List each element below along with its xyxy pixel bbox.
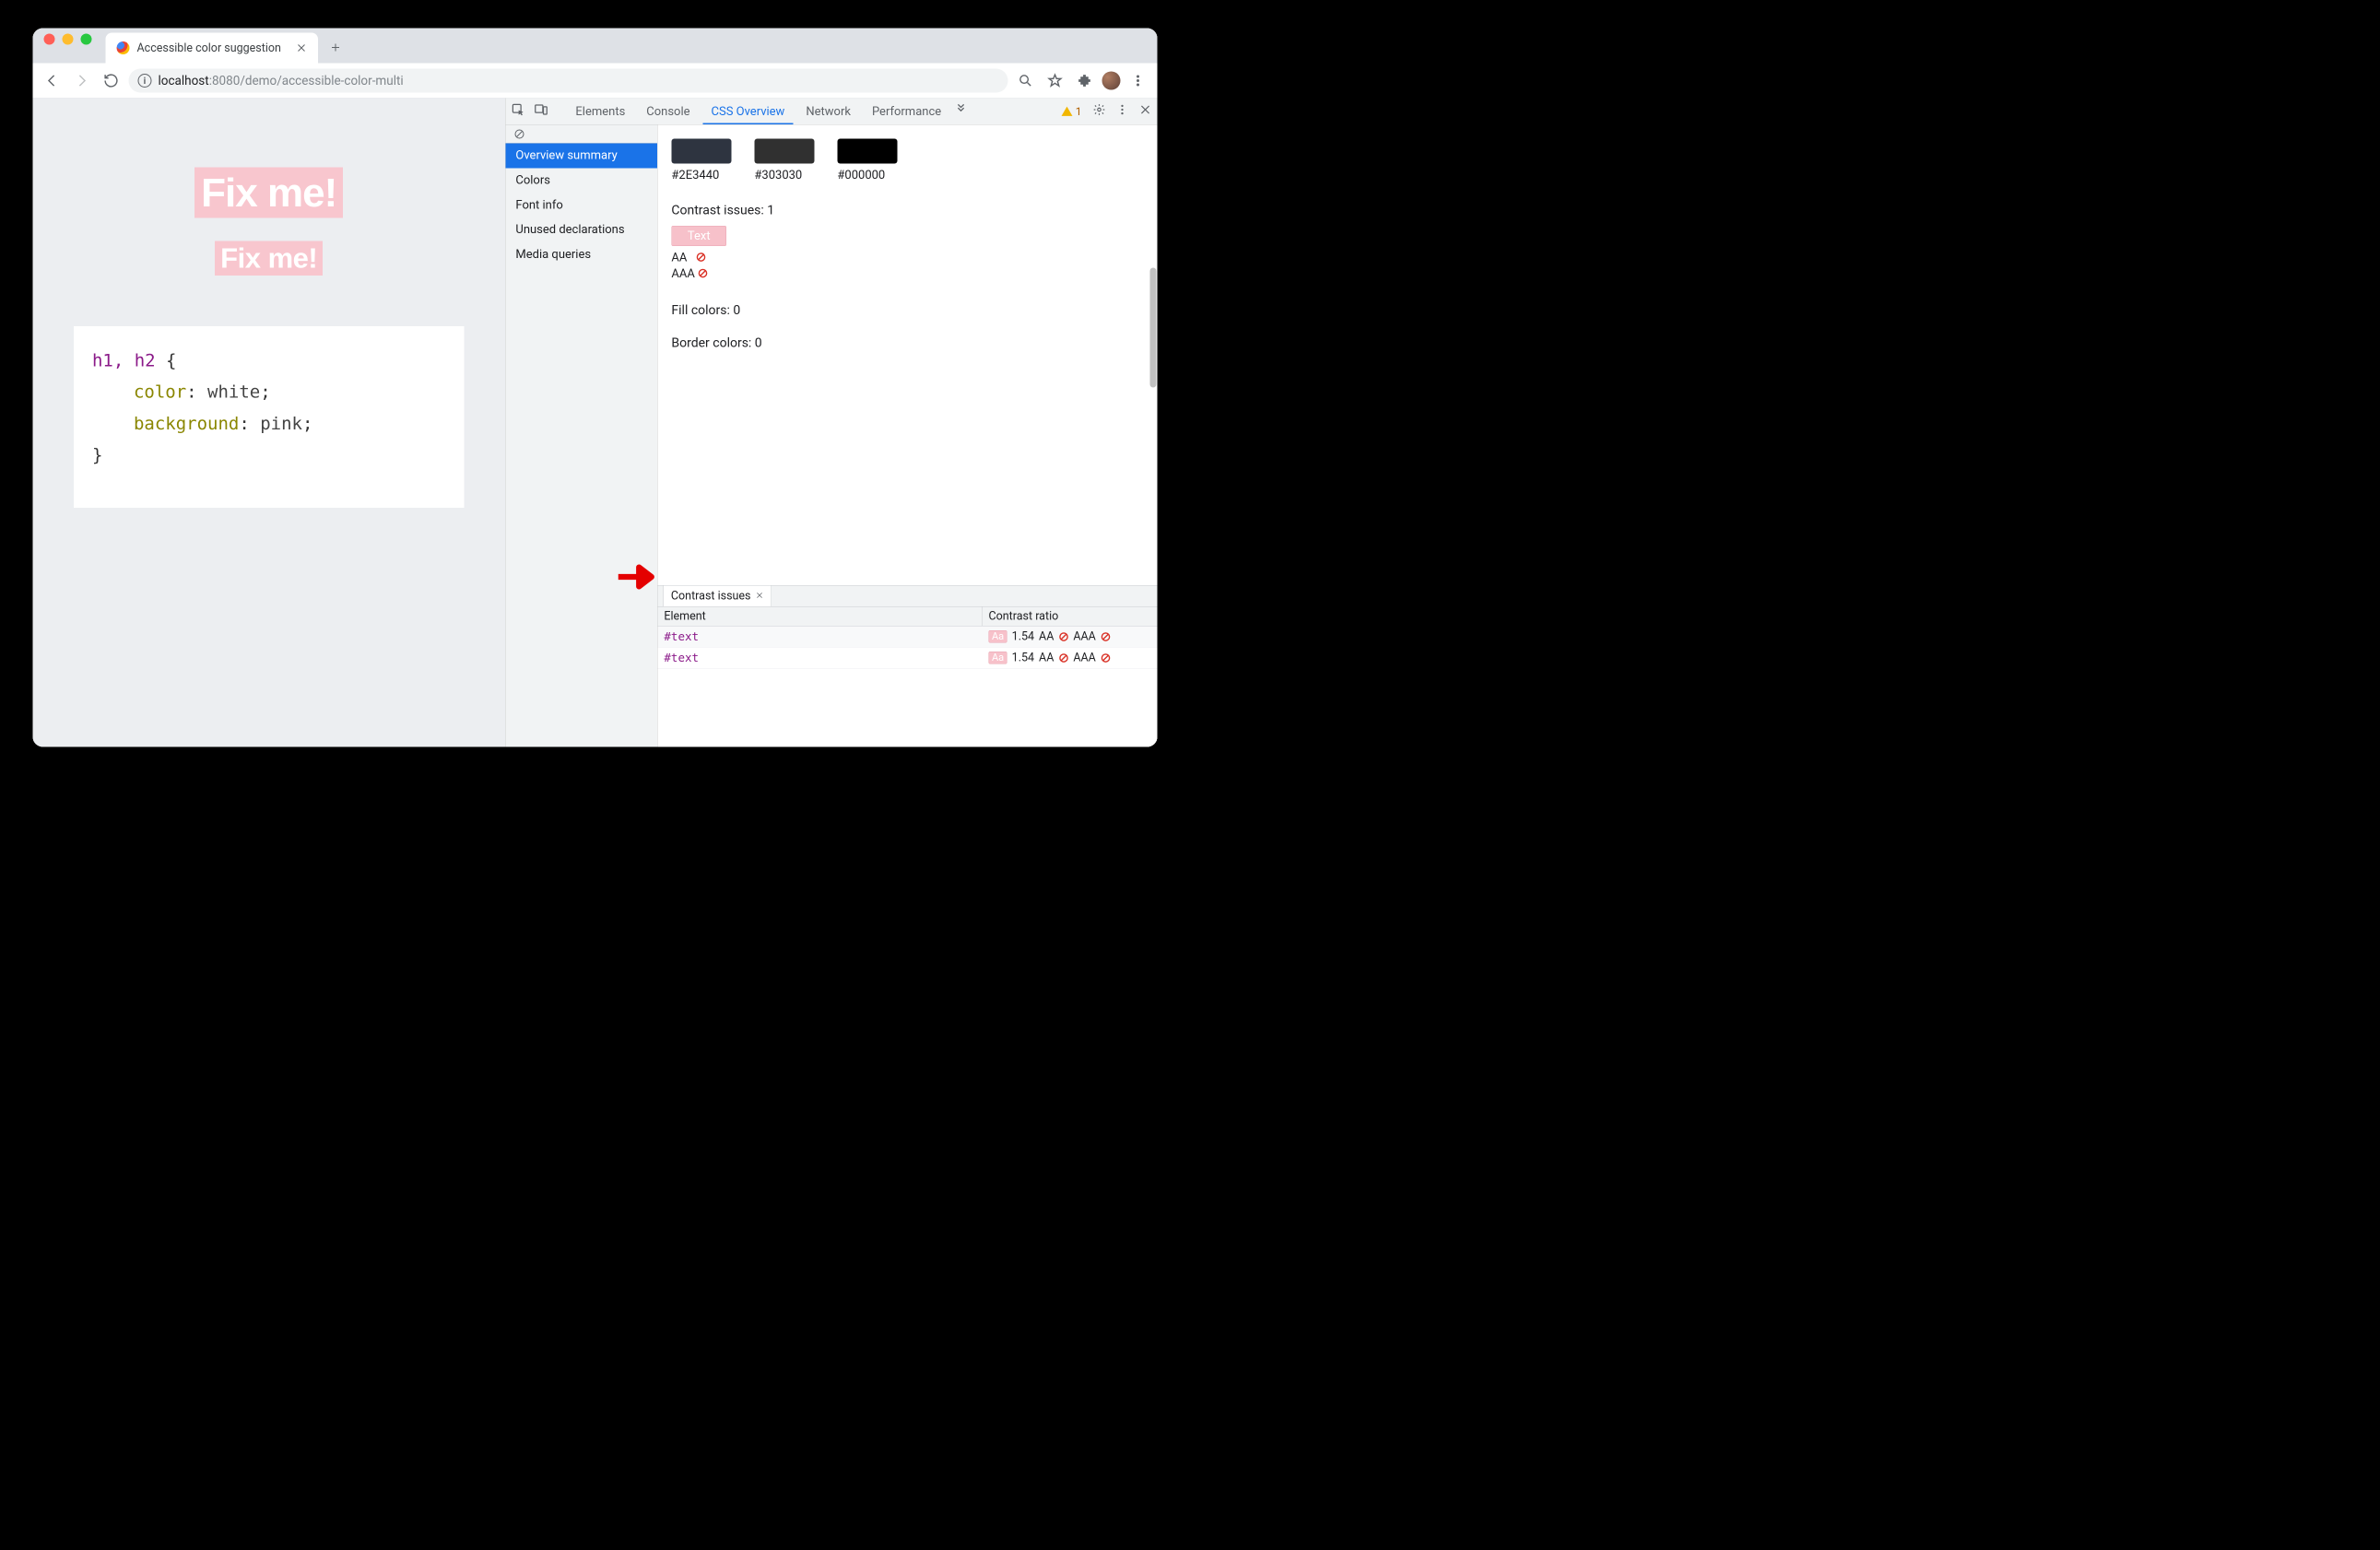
color-sample-icon: Aa — [989, 630, 1007, 643]
css-overview-content: #FFFFFF #ABA800 #AD00A1 #4C566A #2E3440 … — [657, 125, 1157, 586]
sidebar-item-overview-summary[interactable]: Overview summary — [505, 144, 657, 169]
clear-overview-icon[interactable] — [505, 125, 657, 144]
tab-console[interactable]: Console — [638, 99, 698, 124]
fail-icon — [1058, 652, 1068, 663]
color-swatch[interactable]: #000000 — [837, 139, 897, 182]
browser-tab[interactable]: Accessible color suggestion — [106, 33, 318, 64]
back-button[interactable] — [41, 68, 65, 92]
window-controls — [44, 29, 92, 64]
profile-avatar[interactable] — [1102, 71, 1121, 89]
rendered-page: Fix me! Fix me! h1, h2 { color: white; b… — [33, 99, 505, 747]
site-info-icon[interactable]: i — [138, 74, 152, 88]
element-cell: #text — [657, 648, 982, 669]
scrollbar[interactable] — [1150, 268, 1157, 388]
reload-button[interactable] — [100, 68, 124, 92]
fail-icon — [1058, 631, 1068, 641]
sidebar-item-unused-declarations[interactable]: Unused declarations — [505, 217, 657, 242]
tab-title: Accessible color suggestion — [137, 41, 281, 55]
maximize-window[interactable] — [81, 34, 92, 45]
devtools-tabs: Elements Console CSS Overview Network Pe… — [505, 99, 1157, 125]
color-swatch[interactable]: #2E3440 — [671, 139, 731, 182]
contrast-cell: Aa1.54AAAAA — [983, 648, 1158, 669]
contrast-issues-title: Contrast issues: 1 — [671, 203, 1143, 218]
fail-icon — [1101, 652, 1111, 663]
devtools: Elements Console CSS Overview Network Pe… — [505, 99, 1158, 747]
drawer-tab-contrast-issues[interactable]: Contrast issues — [663, 585, 772, 606]
heading-h2: Fix me! — [215, 241, 323, 276]
code-block: h1, h2 { color: white; background: pink;… — [74, 326, 464, 508]
contrast-levels: AA AAA — [671, 250, 1143, 282]
address-bar[interactable]: i localhost:8080/demo/accessible-color-m… — [129, 68, 1008, 92]
extensions-icon[interactable] — [1073, 68, 1097, 92]
heading-h1: Fix me! — [194, 168, 343, 218]
contrast-cell: Aa1.54AAAAA — [983, 627, 1158, 648]
annotation-arrow-icon — [616, 561, 657, 597]
devtools-drawer: Contrast issues Element Contrast ratio #… — [657, 585, 1157, 747]
tab-strip: Accessible color suggestion — [33, 29, 1158, 64]
inspect-icon[interactable] — [511, 103, 524, 121]
sidebar-item-media-queries[interactable]: Media queries — [505, 242, 657, 267]
close-devtools-icon[interactable] — [1139, 103, 1152, 120]
sidebar-item-font-info[interactable]: Font info — [505, 193, 657, 217]
bookmark-star-icon[interactable] — [1043, 68, 1067, 92]
close-window[interactable] — [44, 34, 55, 45]
color-sample-icon: Aa — [989, 652, 1007, 664]
tab-network[interactable]: Network — [797, 99, 859, 124]
table-row[interactable]: #textAa1.54AAAAA — [657, 627, 1157, 648]
settings-icon[interactable] — [1093, 103, 1106, 120]
zoom-icon[interactable] — [1014, 68, 1038, 92]
color-swatch[interactable]: #303030 — [754, 139, 814, 182]
tab-css-overview[interactable]: CSS Overview — [703, 99, 794, 124]
css-overview-sidebar: Overview summary Colors Font info Unused… — [505, 125, 657, 747]
minimize-window[interactable] — [63, 34, 74, 45]
device-toolbar-icon[interactable] — [534, 103, 548, 121]
url: localhost:8080/demo/accessible-color-mul… — [159, 73, 404, 88]
tab-elements[interactable]: Elements — [567, 99, 633, 124]
tab-performance[interactable]: Performance — [864, 99, 949, 124]
devtools-menu-icon[interactable] — [1116, 103, 1129, 120]
chrome-menu-icon[interactable] — [1126, 68, 1150, 92]
col-header-element[interactable]: Element — [657, 607, 982, 627]
fill-colors-title: Fill colors: 0 — [671, 302, 1143, 318]
sidebar-item-colors[interactable]: Colors — [505, 168, 657, 193]
browser-window: Accessible color suggestion i localhost:… — [33, 29, 1158, 747]
contrast-text-sample[interactable]: Text — [671, 226, 726, 246]
col-header-contrast-ratio[interactable]: Contrast ratio — [983, 607, 1158, 627]
border-colors-title: Border colors: 0 — [671, 335, 1143, 351]
fail-icon — [696, 251, 706, 264]
new-tab-button[interactable] — [322, 34, 349, 62]
warnings-badge[interactable]: 1 — [1061, 105, 1082, 118]
toolbar: i localhost:8080/demo/accessible-color-m… — [33, 64, 1158, 99]
close-tab-icon[interactable] — [296, 42, 307, 53]
forward-button[interactable] — [70, 68, 94, 92]
fail-icon — [1101, 631, 1111, 641]
fail-icon — [698, 267, 708, 281]
element-cell: #text — [657, 627, 982, 648]
table-row[interactable]: #textAa1.54AAAAA — [657, 648, 1157, 669]
close-icon[interactable] — [756, 590, 764, 604]
favicon-icon — [117, 41, 130, 54]
more-tabs-icon[interactable] — [954, 103, 968, 121]
swatch-row: #2E3440 #303030 #000000 — [671, 139, 1143, 182]
contrast-issues-table: Element Contrast ratio #textAa1.54AAAAA#… — [657, 607, 1157, 669]
